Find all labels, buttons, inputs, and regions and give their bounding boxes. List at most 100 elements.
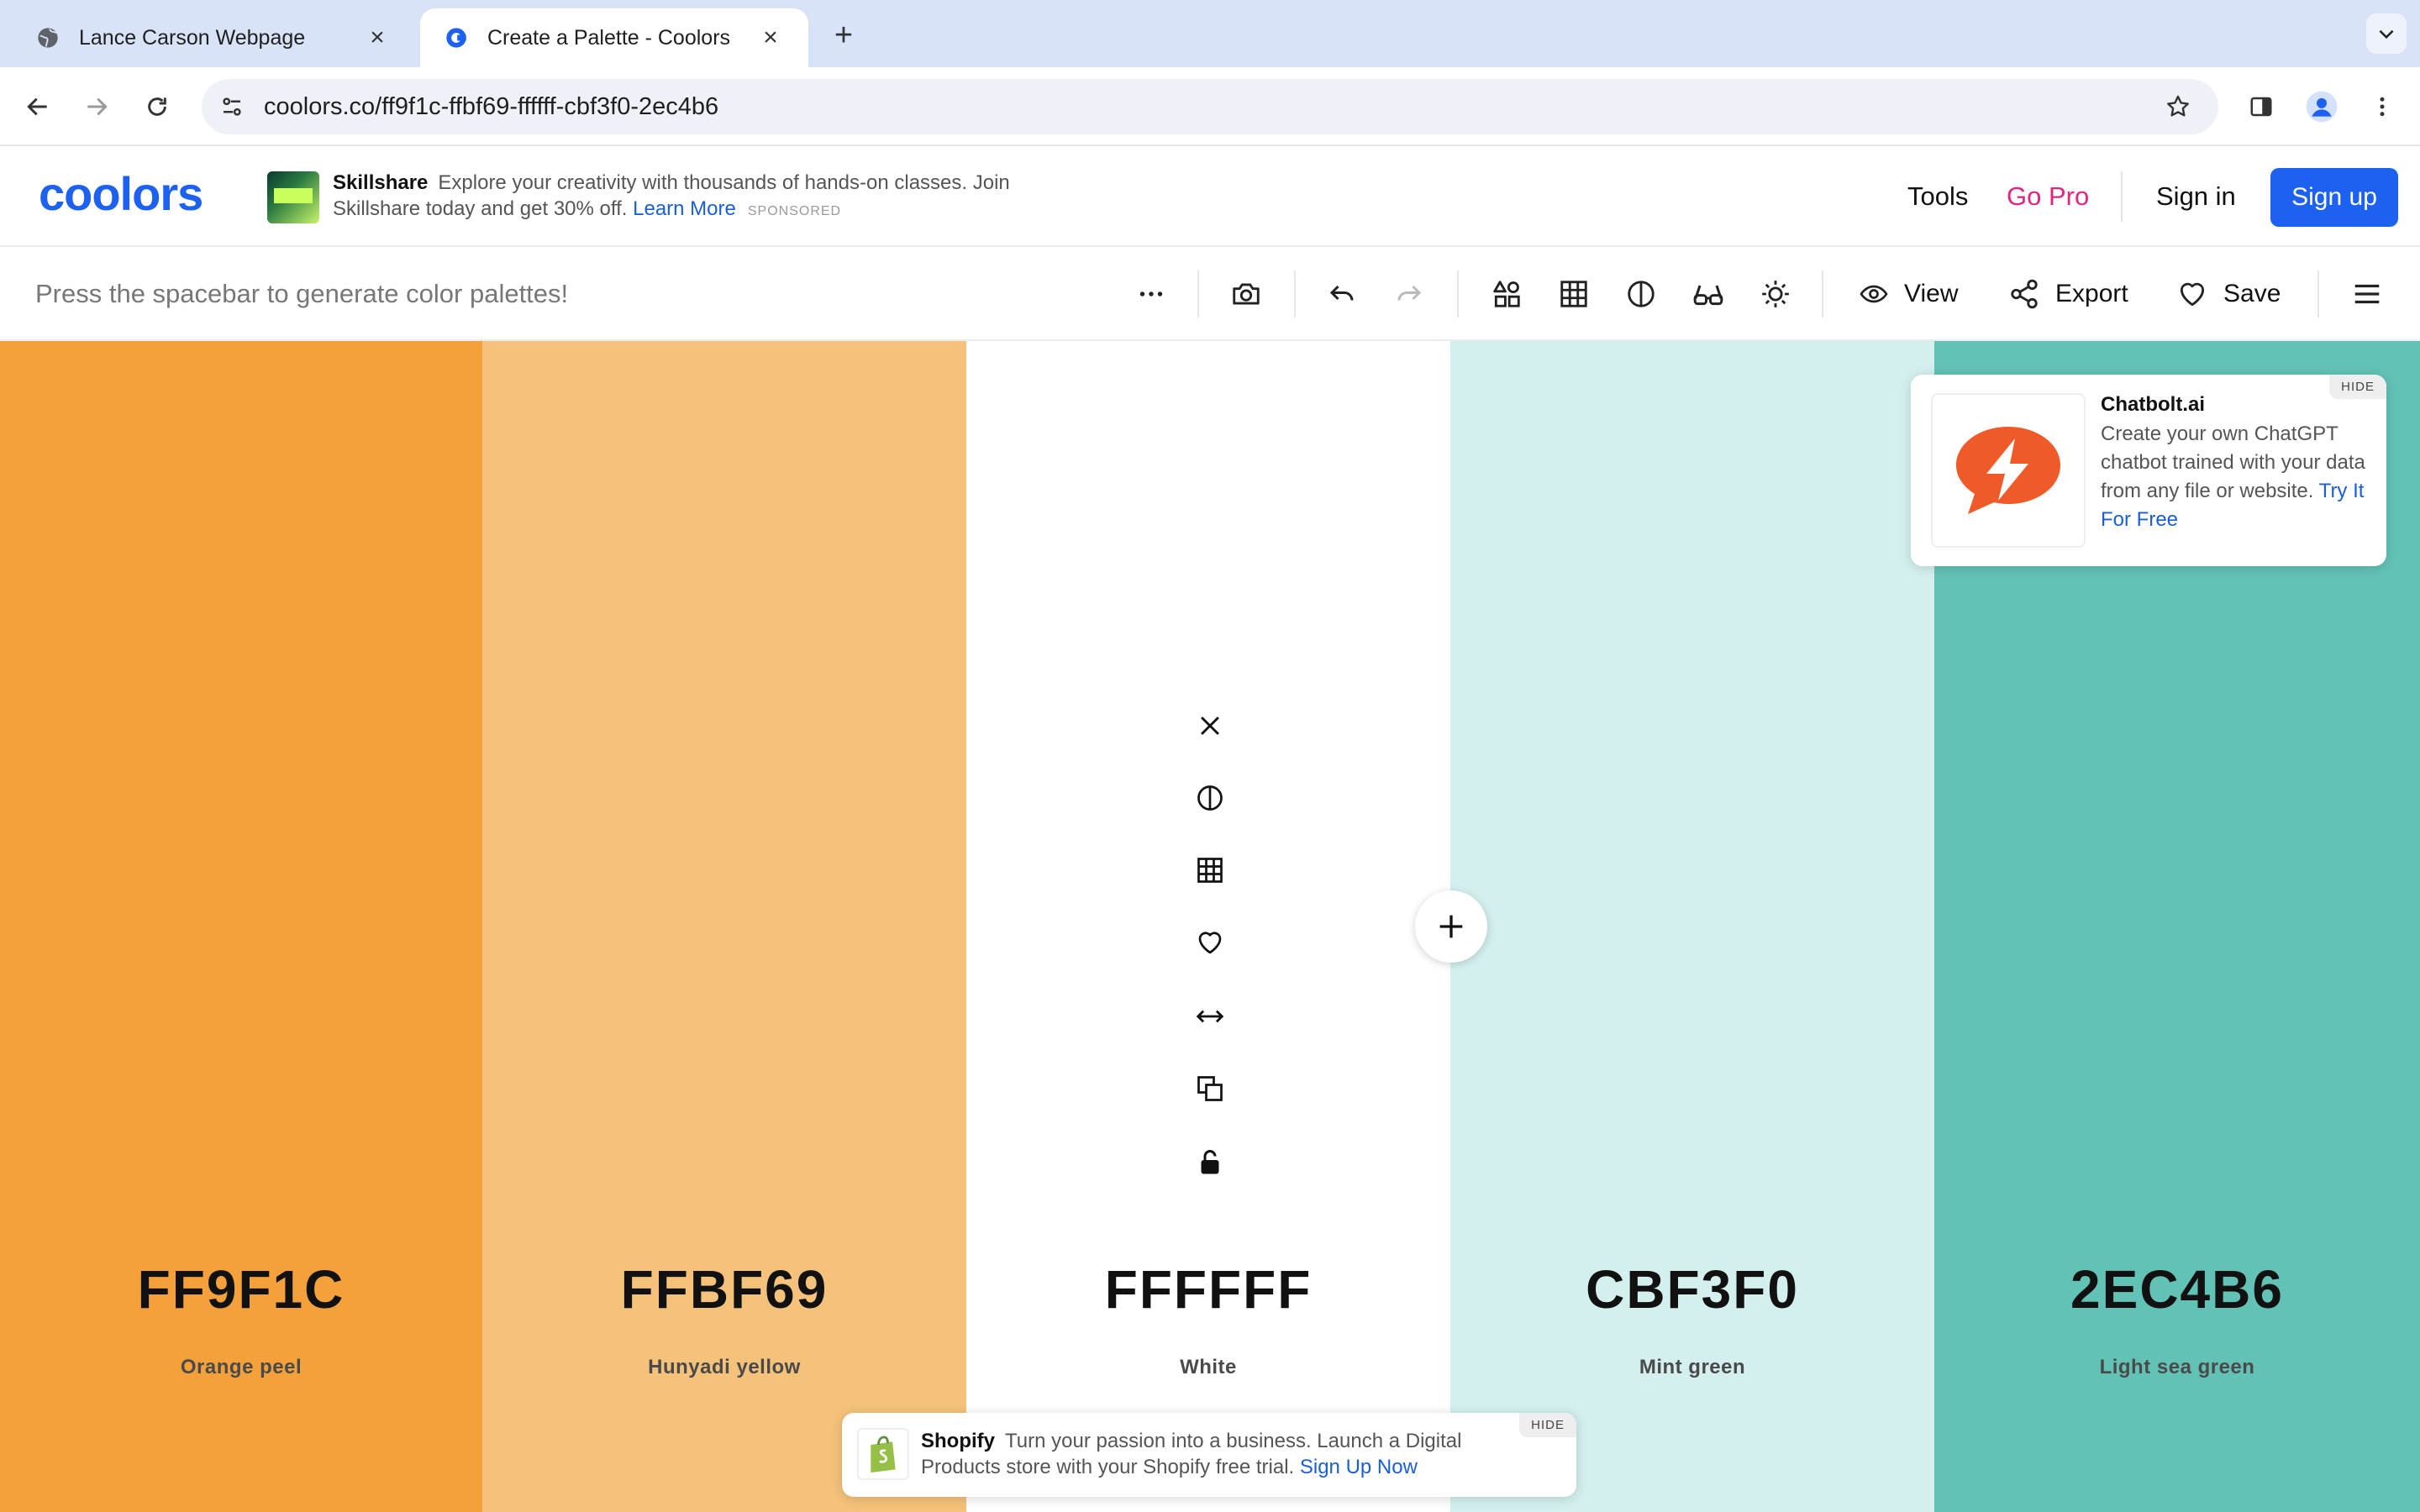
palette-toolbar: Press the spacebar to generate color pal… — [0, 247, 2420, 341]
tab-search-button[interactable] — [2366, 13, 2407, 54]
arrow-right-icon — [87, 97, 108, 116]
coolors-logo[interactable]: coolors — [39, 170, 225, 222]
more-options-icon[interactable] — [1130, 273, 1172, 315]
contrast-icon[interactable] — [1620, 273, 1662, 315]
chatbolt-title: Chatbolt.ai — [2101, 393, 2205, 416]
shopify-cta-link[interactable]: Sign Up Now — [1300, 1456, 1418, 1478]
nav-go-pro-link[interactable]: Go Pro — [2007, 146, 2089, 247]
shopify-brand: Shopify — [921, 1430, 995, 1452]
shapes-icon[interactable] — [1486, 273, 1528, 315]
remove-color-icon[interactable] — [1190, 706, 1230, 746]
add-color-button[interactable] — [1415, 890, 1487, 963]
save-button[interactable]: Save — [2176, 247, 2281, 341]
redo-icon[interactable] — [1388, 273, 1430, 315]
header-divider — [2121, 171, 2123, 222]
copy-color-icon[interactable] — [1190, 1068, 1230, 1109]
browser-menu-icon[interactable] — [2361, 86, 2403, 128]
color-hex[interactable]: FFBF69 — [482, 1258, 966, 1320]
chatbolt-logo — [1931, 393, 2086, 548]
skillshare-ad-image[interactable] — [267, 171, 319, 223]
plus-icon — [1439, 915, 1463, 938]
color-swatch-4[interactable]: CBF3F0 Mint green — [1450, 341, 1934, 1512]
color-swatch-1[interactable]: FF9F1C Orange peel — [0, 341, 482, 1512]
hide-ad-button[interactable]: HIDE — [1519, 1413, 1576, 1437]
chatbolt-ad[interactable]: Chatbolt.ai Create your own ChatGPT chat… — [1911, 375, 2386, 566]
share-icon — [2011, 279, 2038, 309]
color-hex[interactable]: FF9F1C — [0, 1258, 482, 1320]
glasses-icon[interactable] — [1687, 273, 1729, 315]
color-swatch-2[interactable]: FFBF69 Hunyadi yellow — [482, 341, 966, 1512]
generate-hint: Press the spacebar to generate color pal… — [35, 279, 569, 308]
new-tab-button[interactable]: + — [823, 15, 864, 55]
reload-button[interactable] — [136, 86, 178, 128]
color-name: Orange peel — [180, 1356, 302, 1378]
color-name: Hunyadi yellow — [648, 1356, 801, 1378]
undo-icon[interactable] — [1321, 273, 1363, 315]
lightning-bubble-icon — [1956, 427, 2060, 514]
brightness-icon[interactable] — [1754, 273, 1797, 315]
view-label: View — [1904, 280, 1959, 307]
camera-icon[interactable] — [1225, 273, 1267, 315]
site-settings-icon[interactable] — [215, 90, 249, 123]
skillshare-ad: Skillshare Explore your creativity with t… — [333, 170, 1022, 224]
view-button[interactable]: View — [1859, 247, 1958, 341]
color-hex[interactable]: CBF3F0 — [1450, 1258, 1934, 1320]
toolbar-divider — [1457, 270, 1459, 318]
back-button[interactable] — [17, 86, 59, 128]
url-text: coolors.co/ff9f1c-ffbf69-ffffff-cbf3f0-2… — [264, 93, 719, 120]
close-tab-icon[interactable]: × — [363, 24, 392, 52]
side-panel-icon[interactable] — [2240, 86, 2282, 128]
export-button[interactable]: Export — [2008, 247, 2128, 341]
shopify-text: Shopify Turn your passion into a business… — [921, 1428, 1526, 1480]
omnibox[interactable]: coolors.co/ff9f1c-ffbf69-ffffff-cbf3f0-2… — [202, 79, 2218, 134]
hamburger-menu-icon[interactable] — [2346, 273, 2388, 315]
toolbar-divider — [1197, 270, 1199, 318]
grid-icon[interactable] — [1553, 273, 1595, 315]
save-label: Save — [2223, 280, 2281, 307]
toolbar-divider — [1294, 270, 1296, 318]
export-label: Export — [2055, 280, 2128, 307]
svg-text:coolors: coolors — [39, 170, 203, 220]
hide-ad-button[interactable]: HIDE — [2329, 375, 2386, 399]
view-shades-grid-icon[interactable] — [1190, 850, 1230, 890]
tab-title: Create a Palette - Coolors — [487, 25, 731, 50]
close-tab-icon[interactable]: × — [756, 24, 785, 52]
color-name: Mint green — [1639, 1356, 1746, 1378]
shopify-ad[interactable]: Shopify Turn your passion into a business… — [842, 1413, 1576, 1497]
heart-icon — [2180, 282, 2205, 307]
lock-open-icon[interactable] — [1190, 1142, 1230, 1183]
browser-tab-active[interactable]: Create a Palette - Coolors × — [420, 8, 808, 67]
favorite-color-heart-icon[interactable] — [1190, 922, 1230, 963]
sponsored-label: SPONSORED — [747, 204, 842, 218]
color-name: White — [1180, 1356, 1237, 1378]
eye-icon — [1860, 285, 1888, 303]
browser-tab-bar: Lance Carson Webpage × Create a Palette … — [0, 0, 2420, 67]
sign-in-link[interactable]: Sign in — [2156, 146, 2236, 247]
toolbar-divider — [1822, 270, 1823, 318]
site-header: coolors Skillshare Explore your creativit… — [0, 146, 2420, 247]
color-hex[interactable]: 2EC4B6 — [1934, 1258, 2420, 1320]
tab-title: Lance Carson Webpage — [79, 25, 306, 50]
nav-tools-link[interactable]: Tools — [1907, 146, 1968, 247]
drag-arrows-icon[interactable] — [1190, 996, 1230, 1037]
bookmark-star-icon[interactable] — [2161, 90, 2195, 123]
globe-icon — [35, 25, 60, 50]
address-bar-row: coolors.co/ff9f1c-ffbf69-ffffff-cbf3f0-2… — [0, 67, 2420, 146]
shopify-logo — [857, 1428, 909, 1480]
profile-avatar-icon[interactable] — [2301, 86, 2343, 128]
sign-up-button[interactable]: Sign up — [2270, 168, 2398, 227]
chevron-down-icon — [2379, 29, 2394, 39]
shades-icon[interactable] — [1190, 778, 1230, 818]
shopping-bag-icon — [871, 1436, 896, 1473]
ad-brand: Skillshare — [333, 171, 429, 194]
toolbar-divider — [2317, 270, 2319, 318]
browser-tab[interactable]: Lance Carson Webpage × — [12, 8, 415, 67]
forward-button[interactable] — [76, 86, 118, 128]
color-name: Light sea green — [2099, 1356, 2255, 1378]
color-hex[interactable]: FFFFFF — [966, 1258, 1450, 1320]
chatbolt-text: Create your own ChatGPT chatbot trained … — [2101, 420, 2366, 534]
coolors-favicon-icon — [444, 25, 469, 50]
reload-icon — [148, 97, 166, 116]
ad-learn-more-link[interactable]: Learn More — [633, 197, 736, 220]
arrow-left-icon — [27, 97, 47, 116]
